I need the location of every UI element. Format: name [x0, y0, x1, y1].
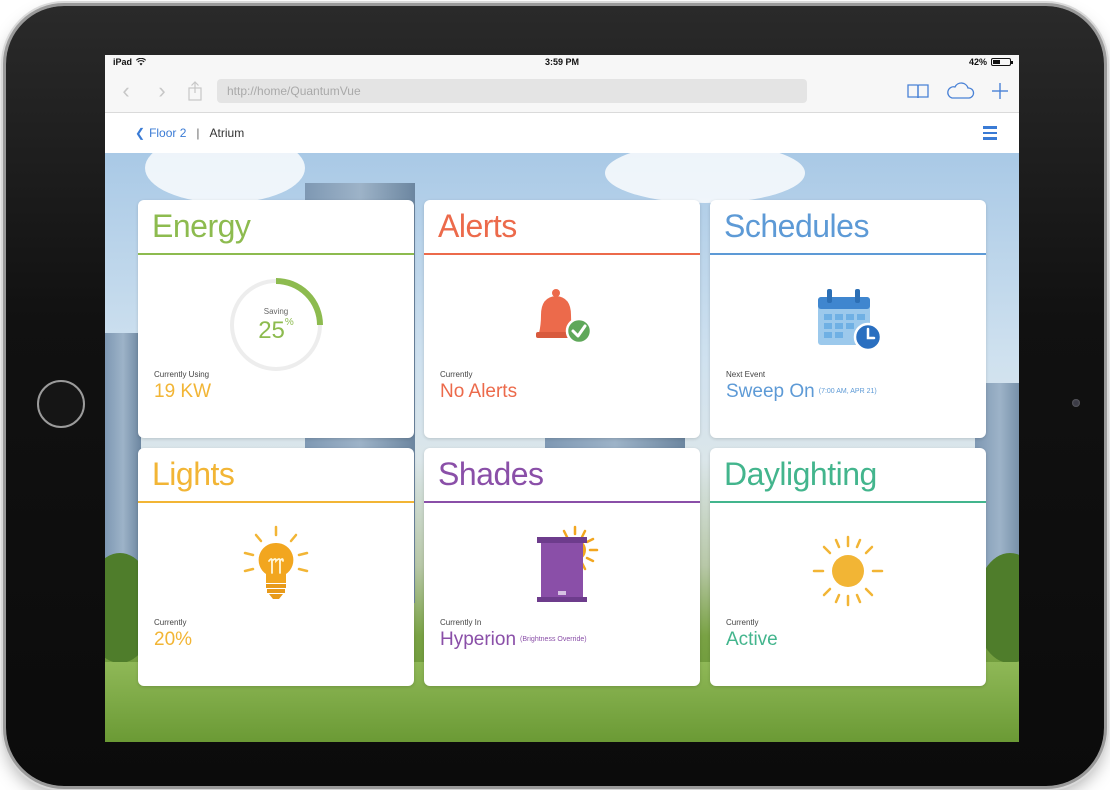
clock: 3:59 PM: [544, 57, 579, 67]
ring-unit: %: [284, 317, 294, 328]
tile-value-detail: (Brightness Override): [520, 636, 587, 644]
ring-label: Saving: [263, 307, 289, 316]
plus-icon[interactable]: [991, 82, 1009, 100]
tile-shades[interactable]: Shades Currently In Hyperion (Brightness…: [424, 448, 700, 686]
bell-check-icon: [536, 289, 593, 345]
wifi-icon: [136, 58, 147, 66]
tile-daylighting[interactable]: Daylighting Currently Active: [710, 448, 986, 686]
device-label: iPad: [113, 57, 133, 67]
home-button[interactable]: [37, 380, 85, 428]
tile-caption: Currently: [726, 618, 759, 627]
breadcrumb-current: Atrium: [209, 126, 245, 140]
battery-level: [993, 60, 1000, 64]
tile-caption: Currently In: [440, 618, 482, 627]
tile-title: Shades: [424, 448, 700, 503]
tile-value: 20%: [154, 629, 193, 650]
breadcrumb: ❮ Floor 2 | Atrium: [105, 113, 1019, 153]
sun-icon: [812, 535, 884, 607]
ring-value: 25: [258, 317, 285, 344]
tile-alerts[interactable]: Alerts Currently No Alerts: [424, 200, 700, 438]
address-bar[interactable]: http://home/QuantumVue: [217, 78, 807, 103]
battery-percent: 42%: [968, 57, 987, 67]
chevron-left-icon: ❮: [135, 126, 146, 140]
breadcrumb-parent: Floor 2: [149, 126, 187, 140]
battery-icon: [991, 58, 1013, 66]
share-icon[interactable]: [187, 80, 203, 101]
back-icon[interactable]: ‹: [115, 78, 137, 104]
tile-title: Schedules: [710, 200, 986, 255]
calendar-clock-icon: [818, 289, 883, 352]
screen: iPad 3:59 PM 42% ‹ › http://home/Quantum…: [105, 55, 1019, 742]
tile-title: Daylighting: [710, 448, 986, 503]
energy-ring: Saving 25%: [138, 275, 414, 375]
tile-value: 19 KW: [154, 381, 212, 402]
tile-title: Alerts: [424, 200, 700, 255]
tile-caption: Currently: [154, 618, 187, 627]
status-bar: iPad 3:59 PM 42%: [105, 55, 1019, 69]
tile-caption: Currently Using: [154, 370, 210, 379]
menu-icon[interactable]: [983, 126, 997, 140]
tile-title: Energy: [138, 200, 414, 255]
cloud-icon[interactable]: [945, 81, 975, 100]
tile-value-detail: (7:00 AM, APR 21): [818, 388, 877, 396]
tile-value: Hyperion: [440, 629, 517, 650]
book-icon[interactable]: [907, 83, 929, 99]
front-camera: [1072, 399, 1080, 407]
tile-caption: Next Event: [726, 370, 766, 379]
tile-value: Active: [726, 629, 778, 650]
tile-schedules[interactable]: Schedules Next Event Sweep On (7:00 AM, …: [710, 200, 986, 438]
tile-lights[interactable]: Lights Currently 20%: [138, 448, 414, 686]
tile-value: Sweep On: [726, 381, 815, 402]
tile-title: Lights: [138, 448, 414, 503]
browser-toolbar: ‹ › http://home/QuantumVue: [105, 69, 1019, 113]
breadcrumb-back-link[interactable]: ❮ Floor 2: [135, 126, 186, 140]
url-text: http://home/QuantumVue: [227, 83, 361, 98]
shade-sun-icon: [537, 525, 599, 602]
breadcrumb-separator: |: [196, 126, 200, 140]
tile-energy[interactable]: Energy Saving 25% Currently Using 19 KW: [138, 200, 414, 438]
forward-icon[interactable]: ›: [151, 78, 173, 104]
tile-caption: Currently: [440, 370, 473, 379]
tile-value: No Alerts: [440, 381, 518, 402]
lightbulb-icon: [243, 525, 309, 599]
